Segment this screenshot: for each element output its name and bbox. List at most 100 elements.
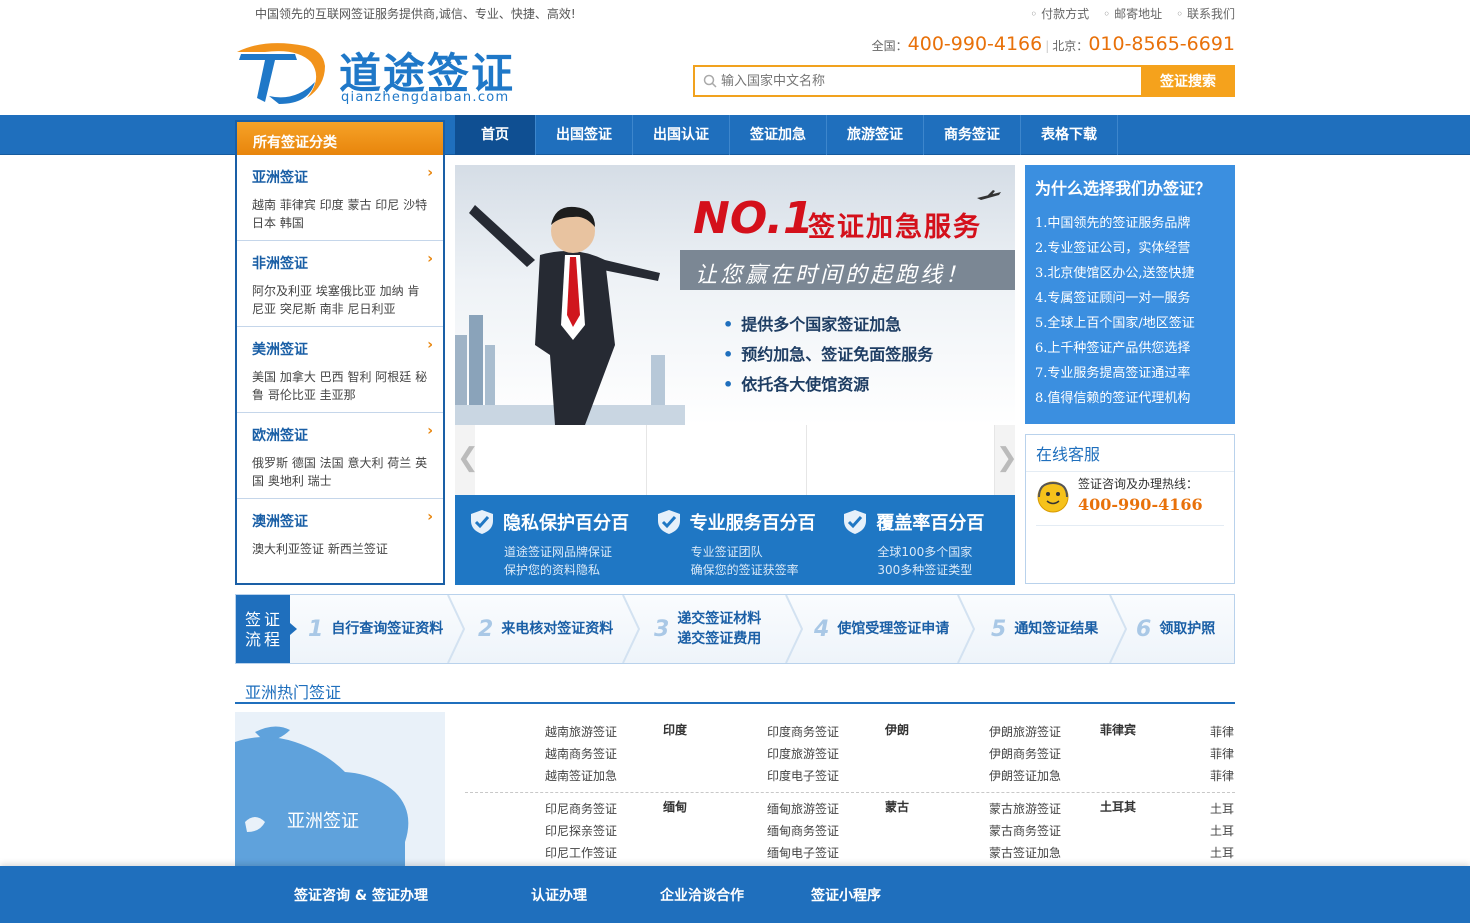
visa-link[interactable]: 伊朗旅游签证	[989, 721, 1061, 743]
hotline-beijing-label: 北京：	[1052, 39, 1089, 53]
chevron-right-icon: ›	[427, 509, 433, 525]
visa-link[interactable]: 伊朗商务签证	[989, 743, 1061, 765]
chevron-right-icon[interactable]: ❯	[996, 443, 1018, 473]
process-label: 签证 流程	[236, 595, 297, 663]
nav-item-outbound-visa[interactable]: 出国签证	[536, 115, 633, 155]
payment-link[interactable]: 付款方式	[1030, 5, 1089, 22]
all-categories-header[interactable]: 所有签证分类	[235, 120, 445, 155]
category-title[interactable]: 亚洲签证	[252, 167, 431, 187]
visa-link[interactable]: 蒙古签证加急	[989, 842, 1061, 864]
guarantee-service: 专业服务百分百 专业签证团队 确保您的签证获签率	[642, 495, 829, 585]
chevron-right-icon: ›	[427, 337, 433, 353]
logo-mark-icon	[237, 43, 325, 104]
banner-thumb[interactable]	[807, 425, 995, 495]
hot-visa-grid: 越南 越南旅游签证越南商务签证越南签证加急 印度 印度商务签证印度旅游签证印度电…	[465, 716, 1235, 876]
main-nav: 所有签证分类 首页 出国签证 出国认证 签证加急 旅游签证 商务签证 表格下载	[0, 115, 1470, 155]
footer-certification-link[interactable]: 认证办理	[531, 885, 587, 905]
category-oceania[interactable]: 澳洲签证 › 澳大利亚签证 新西兰签证	[237, 499, 443, 585]
guarantee-strip: 隐私保护百分百 道途签证网品牌保证 保护您的资料隐私 专业服务百分百 专业签证团队…	[455, 495, 1015, 585]
banner-service-title: 签证加急服务	[808, 212, 982, 243]
category-europe[interactable]: 欧洲签证 › 俄罗斯 德国 法国 意大利 荷兰 英国 奥地利 瑞士	[237, 413, 443, 499]
businessman-illustration	[455, 205, 685, 425]
search-input[interactable]	[695, 67, 1141, 95]
visa-link[interactable]: 土耳	[1210, 820, 1234, 842]
visa-link[interactable]: 越南商务签证	[545, 743, 617, 765]
divider	[1036, 525, 1224, 526]
visa-link[interactable]: 缅甸电子签证	[767, 842, 839, 864]
banner-point: 提供多个国家签证加急	[723, 313, 933, 343]
guarantee-desc: 道途签证网品牌保证 保护您的资料隐私	[504, 545, 613, 577]
category-title[interactable]: 欧洲签证	[252, 425, 431, 445]
category-countries[interactable]: 俄罗斯 德国 法国 意大利 荷兰 英国 奥地利 瑞士	[252, 454, 431, 490]
category-africa[interactable]: 非洲签证 › 阿尔及利亚 埃塞俄比亚 加纳 肯尼亚 突尼斯 南非 尼日利亚	[237, 241, 443, 327]
visa-link[interactable]: 土耳	[1210, 798, 1234, 820]
visa-link[interactable]: 印度电子签证	[767, 765, 839, 787]
visa-link[interactable]: 菲律	[1210, 765, 1234, 787]
banner-thumb[interactable]	[647, 425, 807, 495]
visa-link[interactable]: 菲律	[1210, 743, 1234, 765]
category-asia[interactable]: 亚洲签证 › 越南 菲律宾 印度 蒙古 印尼 沙特 日本 韩国	[237, 155, 443, 241]
guarantee-title: 隐私保护百分百	[503, 513, 629, 534]
why-item: 7.专业服务提高签证通过率	[1035, 366, 1191, 381]
hotline-beijing-number: 010-8565-6691	[1088, 33, 1235, 55]
category-countries[interactable]: 阿尔及利亚 埃塞俄比亚 加纳 肯尼亚 突尼斯 南非 尼日利亚	[252, 282, 431, 318]
guarantee-title: 覆盖率百分百	[876, 513, 985, 534]
guarantee-desc: 全球100多个国家 300多种签证类型	[877, 545, 973, 577]
online-service: 在线客服 签证咨询及办理热线： 400-990-4166	[1025, 434, 1235, 584]
why-item: 1.中国领先的签证服务品牌	[1035, 216, 1191, 231]
process-step: 2 来电核对签证资料	[478, 616, 614, 642]
hotline-divider: |	[1045, 39, 1050, 53]
nav-item-form-download[interactable]: 表格下载	[1021, 115, 1118, 155]
banner-thumb[interactable]	[475, 425, 647, 495]
site-logo[interactable]: 道途签证 qianzhengdaiban.com	[235, 38, 535, 108]
chevron-right-icon: ›	[427, 423, 433, 439]
visa-link[interactable]: 印尼商务签证	[545, 798, 617, 820]
visa-link[interactable]: 印度商务签证	[767, 721, 839, 743]
nav-item-certification[interactable]: 出国认证	[633, 115, 730, 155]
hotline-nation-number: 400-990-4166	[907, 33, 1043, 55]
contact-us-link[interactable]: 联系我们	[1176, 5, 1235, 22]
category-title[interactable]: 澳洲签证	[252, 511, 431, 531]
visa-link[interactable]: 缅甸旅游签证	[767, 798, 839, 820]
visa-link[interactable]: 印度旅游签证	[767, 743, 839, 765]
nav-items: 首页 出国签证 出国认证 签证加急 旅游签证 商务签证 表格下载	[455, 115, 1118, 155]
visa-search-button[interactable]: 签证搜索	[1141, 65, 1235, 97]
asia-map[interactable]: 亚洲签证	[235, 712, 445, 872]
category-title[interactable]: 美洲签证	[252, 339, 431, 359]
nav-item-business-visa[interactable]: 商务签证	[924, 115, 1021, 155]
visa-link[interactable]: 蒙古商务签证	[989, 820, 1061, 842]
category-countries[interactable]: 越南 菲律宾 印度 蒙古 印尼 沙特 日本 韩国	[252, 196, 431, 232]
support-agent-icon[interactable]	[1036, 480, 1070, 514]
why-item: 6.上千种签证产品供您选择	[1035, 341, 1191, 356]
visa-link[interactable]: 土耳	[1210, 842, 1234, 864]
category-countries[interactable]: 澳大利亚签证 新西兰签证	[252, 540, 431, 558]
banner-no1: NO.1	[693, 193, 814, 244]
nav-item-home[interactable]: 首页	[455, 115, 536, 155]
visa-link[interactable]: 印尼探亲签证	[545, 820, 617, 842]
mailing-address-link[interactable]: 邮寄地址	[1103, 5, 1162, 22]
footer-consult-link[interactable]: 签证咨询 & 签证办理	[294, 885, 428, 905]
chevron-right-icon: ›	[427, 165, 433, 181]
chevron-right-icon	[785, 595, 804, 663]
category-countries[interactable]: 美国 加拿大 巴西 智利 阿根廷 秘鲁 哥伦比亚 圭亚那	[252, 368, 431, 404]
visa-link[interactable]: 越南旅游签证	[545, 721, 617, 743]
category-title[interactable]: 非洲签证	[252, 253, 431, 273]
footer-miniprogram-link[interactable]: 签证小程序	[811, 885, 881, 905]
visa-link[interactable]: 印尼工作签证	[545, 842, 617, 864]
hero-banner[interactable]: NO.1 签证加急服务 让您赢在时间的起跑线！ 提供多个国家签证加急 预约加急、…	[455, 165, 1015, 425]
hotline-nation-label: 全国：	[871, 39, 908, 53]
visa-link[interactable]: 蒙古旅游签证	[989, 798, 1061, 820]
banner-slogan: 让您赢在时间的起跑线！	[695, 263, 971, 288]
why-item: 5.全球上百个国家/地区签证	[1035, 316, 1195, 331]
visa-link[interactable]: 菲律	[1210, 721, 1234, 743]
visa-link[interactable]: 伊朗签证加急	[989, 765, 1061, 787]
site-slogan: 中国领先的互联网签证服务提供商,诚信、专业、快捷、高效!	[255, 7, 576, 21]
footer-business-link[interactable]: 企业洽谈合作	[660, 885, 744, 905]
category-americas[interactable]: 美洲签证 › 美国 加拿大 巴西 智利 阿根廷 秘鲁 哥伦比亚 圭亚那	[237, 327, 443, 413]
visa-link[interactable]: 越南签证加急	[545, 765, 617, 787]
process-step: 5 通知签证结果	[991, 616, 1099, 642]
hot-visa-row: 印尼 印尼商务签证印尼探亲签证印尼工作签证 缅甸 缅甸旅游签证缅甸商务签证缅甸电…	[465, 793, 1235, 870]
nav-item-tourist-visa[interactable]: 旅游签证	[827, 115, 924, 155]
nav-item-urgent-visa[interactable]: 签证加急	[730, 115, 827, 155]
visa-link[interactable]: 缅甸商务签证	[767, 820, 839, 842]
